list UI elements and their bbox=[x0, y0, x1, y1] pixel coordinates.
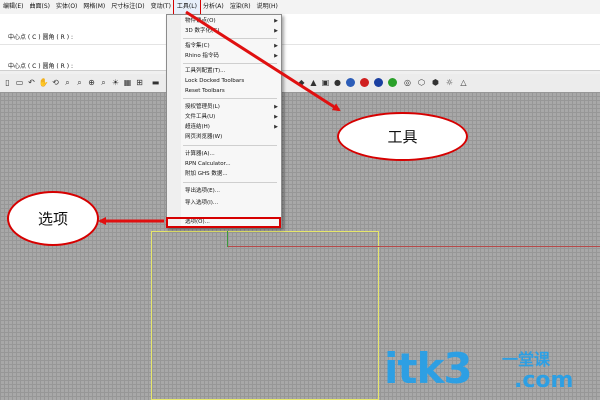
menu-transform[interactable]: 变动(T) bbox=[148, 0, 174, 14]
viewport-object-rectangle bbox=[151, 231, 379, 400]
command-divider bbox=[0, 44, 600, 45]
open-icon[interactable]: ▭ bbox=[14, 77, 25, 88]
menu-item-hyperlink[interactable]: 超连结(H) bbox=[185, 123, 210, 131]
light-icon[interactable]: ☀ bbox=[110, 77, 121, 88]
zoom-icon[interactable]: ⌕ bbox=[62, 77, 73, 88]
menu-mesh[interactable]: 网格(M) bbox=[80, 0, 108, 14]
menu-dimension[interactable]: 尺寸标注(D) bbox=[108, 0, 147, 14]
rotate-view-icon[interactable]: ⟲ bbox=[50, 77, 61, 88]
itk3-watermark: itk3 一堂课 .com bbox=[384, 344, 598, 400]
menu-item-web-browser[interactable]: 网页浏览器(W) bbox=[185, 133, 222, 141]
light-bulb-icon[interactable]: ☼ bbox=[444, 77, 455, 88]
tools-callout: 工具 bbox=[337, 112, 468, 161]
menu-help[interactable]: 说明(H) bbox=[254, 0, 281, 14]
new-file-icon[interactable]: ▯ bbox=[2, 77, 13, 88]
y-axis-line bbox=[227, 231, 228, 247]
menu-bar: 编辑(E) 曲面(S) 实体(O) 网格(M) 尺寸标注(D) 变动(T) 工具… bbox=[0, 0, 600, 15]
submenu-arrow-icon: ▶ bbox=[274, 104, 278, 110]
menu-render[interactable]: 渲染(R) bbox=[227, 0, 254, 14]
menu-item-toolbar-layout[interactable]: 工具列配置(T)... bbox=[185, 67, 225, 75]
undo-icon[interactable]: ↶ bbox=[26, 77, 37, 88]
submenu-arrow-icon: ▶ bbox=[274, 114, 278, 120]
command-prompt-line[interactable]: 中心点 ( C ) 圆角 ( R ) : bbox=[8, 61, 73, 70]
command-area: 中心点 ( C ) 圆角 ( R ) : 中心点 ( C ) 圆角 ( R ) … bbox=[0, 14, 600, 71]
x-axis-line bbox=[228, 246, 600, 247]
cube-outline-icon[interactable]: ⬡ bbox=[416, 77, 427, 88]
command-history-line: 中心点 ( C ) 圆角 ( R ) : bbox=[8, 34, 74, 41]
menu-item-command-set[interactable]: 指令集(C) bbox=[185, 42, 210, 50]
menu-item-export-options[interactable]: 导出选项(E)... bbox=[185, 187, 220, 195]
menu-item-lock-docked-toolbars[interactable]: Lock Docked Toolbars bbox=[185, 77, 244, 85]
menu-separator bbox=[183, 38, 277, 39]
menu-separator bbox=[183, 63, 277, 64]
menu-item-license-manager[interactable]: 授权管理员(L) bbox=[185, 103, 220, 111]
shade-icon[interactable]: ◆ bbox=[296, 77, 307, 88]
zoom-window-icon[interactable]: ⌕ bbox=[74, 77, 85, 88]
sphere-icon[interactable]: ● bbox=[332, 77, 343, 88]
menu-item-import-options[interactable]: 导入选项(I)... bbox=[185, 199, 218, 207]
cone-icon[interactable]: ▲ bbox=[308, 77, 319, 88]
grid-icon[interactable]: ⊞ bbox=[134, 77, 145, 88]
cube-icon[interactable]: ▣ bbox=[320, 77, 331, 88]
watermark-text: itk3 bbox=[384, 344, 473, 393]
menu-solid[interactable]: 实体(O) bbox=[53, 0, 80, 14]
pan-hand-icon[interactable]: ✋ bbox=[38, 77, 49, 88]
watermark-cn: 一堂课 bbox=[502, 350, 551, 369]
menu-gutter bbox=[167, 15, 181, 227]
submenu-arrow-icon: ▶ bbox=[274, 53, 278, 59]
menu-separator bbox=[183, 182, 277, 183]
menu-item-rpn-calculator[interactable]: RPN Calculator... bbox=[185, 160, 231, 168]
menu-surface[interactable]: 曲面(S) bbox=[26, 0, 53, 14]
wire-sphere-icon[interactable]: ◎ bbox=[402, 77, 413, 88]
menu-item-3d-digitize[interactable]: 3D 数字化(G) bbox=[185, 27, 220, 35]
box-icon[interactable]: ⬢ bbox=[430, 77, 441, 88]
options-callout: 选项 bbox=[7, 191, 99, 246]
help-icon[interactable] bbox=[346, 78, 355, 87]
menu-item-reset-toolbars[interactable]: Reset Toolbars bbox=[185, 87, 225, 95]
options-highlight-box bbox=[166, 217, 281, 228]
menu-item-calculator[interactable]: 计算器(A)... bbox=[185, 150, 215, 158]
menu-separator bbox=[183, 98, 277, 99]
submenu-arrow-icon: ▶ bbox=[274, 18, 278, 24]
menu-analyze[interactable]: 分析(A) bbox=[200, 0, 227, 14]
tools-dropdown-menu: 物件锁点(O) ▶ 3D 数字化(G) ▶ 指令集(C) ▶ Rhino 指令码… bbox=[166, 14, 282, 228]
render-blue-icon[interactable] bbox=[374, 78, 383, 87]
submenu-arrow-icon: ▶ bbox=[274, 124, 278, 130]
viewport-layout-icon[interactable]: ▦ bbox=[122, 77, 133, 88]
menu-item-rhino-script[interactable]: Rhino 指令码 bbox=[185, 52, 219, 60]
menu-separator bbox=[183, 145, 277, 146]
menu-edit[interactable]: 编辑(E) bbox=[0, 0, 26, 14]
standard-toolbar: ▯ ▭ ↶ ✋ ⟲ ⌕ ⌕ ⊕ ⌕ ☀ ▦ ⊞ ▬ ◆ ▲ ▣ ● ◎ ⬡ ⬢ … bbox=[0, 74, 600, 93]
menu-tools[interactable]: 工具(L) bbox=[172, 0, 201, 15]
render-red-icon[interactable] bbox=[360, 78, 369, 87]
pyramid-icon[interactable]: △ bbox=[458, 77, 469, 88]
menu-item-object-snap[interactable]: 物件锁点(O) bbox=[185, 17, 216, 25]
submenu-arrow-icon: ▶ bbox=[274, 43, 278, 49]
car-icon[interactable]: ▬ bbox=[150, 77, 161, 88]
submenu-arrow-icon: ▶ bbox=[274, 28, 278, 34]
menu-item-file-utilities[interactable]: 文件工具(U) bbox=[185, 113, 215, 121]
zoom-selected-icon[interactable]: ⌕ bbox=[98, 77, 109, 88]
watermark-com: .com bbox=[514, 368, 574, 393]
zoom-extents-icon[interactable]: ⊕ bbox=[86, 77, 97, 88]
material-icon[interactable] bbox=[388, 78, 397, 87]
menu-item-attach-ghs-data[interactable]: 附加 GHS 数据... bbox=[185, 170, 228, 178]
